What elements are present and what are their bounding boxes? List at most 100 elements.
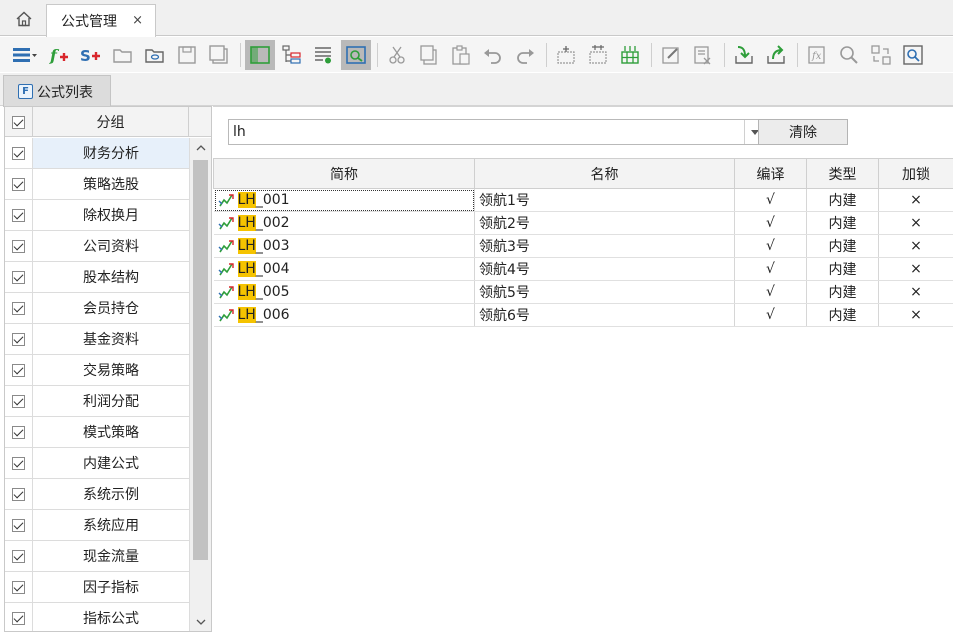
cell-name[interactable]: 领航2号: [474, 211, 735, 235]
cell-name[interactable]: 领航5号: [474, 280, 735, 304]
import-button[interactable]: [729, 40, 759, 70]
column-header-name[interactable]: 名称: [474, 158, 735, 189]
group-item[interactable]: 内建公式: [5, 448, 189, 479]
group-item[interactable]: 系统示例: [5, 479, 189, 510]
panel-view-button[interactable]: [245, 39, 275, 70]
edit-icon: [662, 46, 679, 64]
table-row[interactable]: LH _006 领航6号 √ 内建 ×: [213, 303, 953, 327]
group-item[interactable]: 基金资料: [5, 324, 189, 355]
menu-button[interactable]: [8, 40, 42, 70]
group-checkbox[interactable]: [5, 324, 33, 354]
cell-name[interactable]: 领航6号: [474, 303, 735, 327]
tab-formula-management[interactable]: 公式管理 ×: [46, 4, 156, 37]
group-checkbox[interactable]: [5, 386, 33, 416]
group-checkbox[interactable]: [5, 417, 33, 447]
group-checkbox[interactable]: [5, 169, 33, 199]
formula-test-button[interactable]: fx: [802, 40, 832, 70]
cell-name[interactable]: 领航1号: [474, 188, 735, 212]
table-row[interactable]: LH _004 领航4号 √ 内建 ×: [213, 257, 953, 281]
tree-view-button[interactable]: [277, 40, 307, 70]
cell-abbr[interactable]: LH _006: [213, 303, 475, 327]
cell-abbr[interactable]: LH _003: [213, 234, 475, 258]
export-button[interactable]: [761, 40, 791, 70]
redo-button[interactable]: [510, 40, 540, 70]
save-button[interactable]: [172, 40, 202, 70]
column-header-compiled[interactable]: 编译: [734, 158, 807, 189]
scroll-down-icon[interactable]: [190, 612, 211, 631]
list-view-button[interactable]: [309, 40, 339, 70]
table-row[interactable]: LH _002 领航2号 √ 内建 ×: [213, 211, 953, 235]
close-tab-icon[interactable]: ×: [132, 13, 143, 28]
grid-button[interactable]: [615, 40, 645, 70]
save-as-button[interactable]: [204, 40, 234, 70]
group-checkbox[interactable]: [5, 231, 33, 261]
group-item[interactable]: 股本结构: [5, 262, 189, 293]
cell-name[interactable]: 领航3号: [474, 234, 735, 258]
column-header-locked[interactable]: 加锁: [878, 158, 953, 189]
column-header-abbr[interactable]: 简称: [213, 158, 475, 189]
group-checkbox[interactable]: [5, 479, 33, 509]
group-checkbox[interactable]: [5, 138, 33, 168]
insert-col-button[interactable]: [583, 40, 613, 70]
clear-button[interactable]: 清除: [758, 119, 848, 145]
group-item[interactable]: 策略选股: [5, 169, 189, 200]
group-checkbox[interactable]: [5, 572, 33, 602]
group-item[interactable]: 会员持仓: [5, 293, 189, 324]
group-item[interactable]: 现金流量: [5, 541, 189, 572]
cell-abbr[interactable]: LH _005: [213, 280, 475, 304]
group-item[interactable]: 因子指标: [5, 572, 189, 603]
add-strategy-button[interactable]: S: [76, 40, 106, 70]
menu-icon: [13, 47, 37, 62]
find-button[interactable]: [898, 40, 928, 70]
scroll-up-icon[interactable]: [190, 138, 211, 158]
search-highlight: LH: [237, 192, 256, 208]
group-checkbox[interactable]: [5, 448, 33, 478]
group-item[interactable]: 财务分析: [5, 138, 189, 169]
home-button[interactable]: [6, 5, 42, 33]
group-checkbox[interactable]: [5, 355, 33, 385]
cell-compiled: √: [734, 303, 807, 327]
undo-button[interactable]: [478, 40, 508, 70]
delete-button[interactable]: [688, 40, 718, 70]
filter-input[interactable]: [229, 120, 744, 144]
group-item[interactable]: 指标公式: [5, 603, 189, 631]
tree-view-icon: [282, 44, 301, 64]
group-checkbox[interactable]: [5, 603, 33, 631]
tab-formula-list[interactable]: F 公式列表: [3, 75, 111, 107]
select-all-checkbox[interactable]: [5, 107, 33, 137]
cell-abbr[interactable]: LH _004: [213, 257, 475, 281]
group-scrollbar[interactable]: [189, 138, 211, 631]
open-button[interactable]: [108, 40, 138, 70]
group-item[interactable]: 系统应用: [5, 510, 189, 541]
filter-combobox[interactable]: [228, 119, 765, 145]
group-item[interactable]: 除权换月: [5, 200, 189, 231]
group-item[interactable]: 交易策略: [5, 355, 189, 386]
group-item[interactable]: 公司资料: [5, 231, 189, 262]
group-item[interactable]: 模式策略: [5, 417, 189, 448]
edit-button[interactable]: [656, 40, 686, 70]
add-formula-button[interactable]: f: [44, 40, 74, 70]
group-checkbox[interactable]: [5, 510, 33, 540]
table-row[interactable]: LH _001 领航1号 √ 内建 ×: [213, 188, 953, 212]
search-button[interactable]: [834, 40, 864, 70]
group-item[interactable]: 利润分配: [5, 386, 189, 417]
group-checkbox[interactable]: [5, 293, 33, 323]
insert-row-button[interactable]: [551, 40, 581, 70]
group-checkbox[interactable]: [5, 200, 33, 230]
table-row[interactable]: LH _003 领航3号 √ 内建 ×: [213, 234, 953, 258]
cell-name[interactable]: 领航4号: [474, 257, 735, 281]
paste-button[interactable]: [446, 40, 476, 70]
cell-abbr[interactable]: LH _001: [213, 188, 475, 212]
copy-button[interactable]: [414, 40, 444, 70]
add-formula-icon: f: [49, 46, 68, 65]
scroll-thumb[interactable]: [193, 160, 208, 560]
preview-button[interactable]: [341, 39, 371, 70]
column-header-type[interactable]: 类型: [806, 158, 879, 189]
link-folder-button[interactable]: [140, 40, 170, 70]
cut-button[interactable]: [382, 40, 412, 70]
group-checkbox[interactable]: [5, 262, 33, 292]
table-row[interactable]: LH _005 领航5号 √ 内建 ×: [213, 280, 953, 304]
cell-abbr[interactable]: LH _002: [213, 211, 475, 235]
replace-button[interactable]: [866, 40, 896, 70]
group-checkbox[interactable]: [5, 541, 33, 571]
